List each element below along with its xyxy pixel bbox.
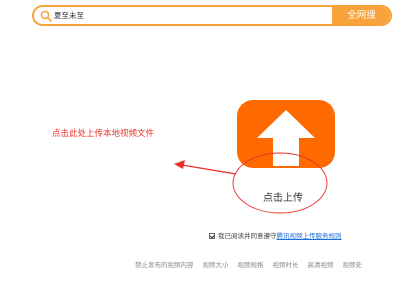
agreement-text: 我已阅读并同意遵守 bbox=[218, 232, 277, 240]
search-bar: 全网搜 bbox=[32, 5, 392, 26]
footer-link-duration[interactable]: 视频时长 bbox=[273, 261, 299, 269]
annotation-arrow-line bbox=[181, 164, 237, 175]
agreement-row: 我已阅读并同意遵守腾讯视频上传服务规则 bbox=[209, 230, 342, 240]
footer-link-prohibited[interactable]: 禁止发布的视频内容 bbox=[135, 261, 194, 269]
footer-link-spec[interactable]: 视频规格 bbox=[238, 261, 264, 269]
upload-arrow-icon bbox=[257, 110, 315, 166]
click-upload-label[interactable]: 点击上传 bbox=[263, 189, 303, 204]
search-all-button[interactable]: 全网搜 bbox=[332, 7, 390, 24]
footer-link-processing[interactable]: 视频处 bbox=[343, 261, 363, 269]
annotation-arrow-head bbox=[174, 160, 185, 169]
footer-link-hd[interactable]: 高清视频 bbox=[308, 261, 334, 269]
footer-links: 禁止发布的视频内容 视频大小 视频规格 视频时长 高清视频 视频处 bbox=[135, 259, 413, 269]
footer-link-size[interactable]: 视频大小 bbox=[203, 261, 229, 269]
search-icon[interactable] bbox=[40, 10, 52, 22]
agreement-link[interactable]: 腾讯视频上传服务规则 bbox=[277, 232, 342, 240]
annotation-overlay bbox=[174, 152, 328, 214]
upload-hint-text: 点击此处上传本地视频文件 bbox=[52, 129, 155, 139]
agreement-checkbox[interactable] bbox=[209, 233, 215, 239]
search-input[interactable] bbox=[54, 8, 314, 23]
upload-button[interactable] bbox=[237, 100, 335, 168]
